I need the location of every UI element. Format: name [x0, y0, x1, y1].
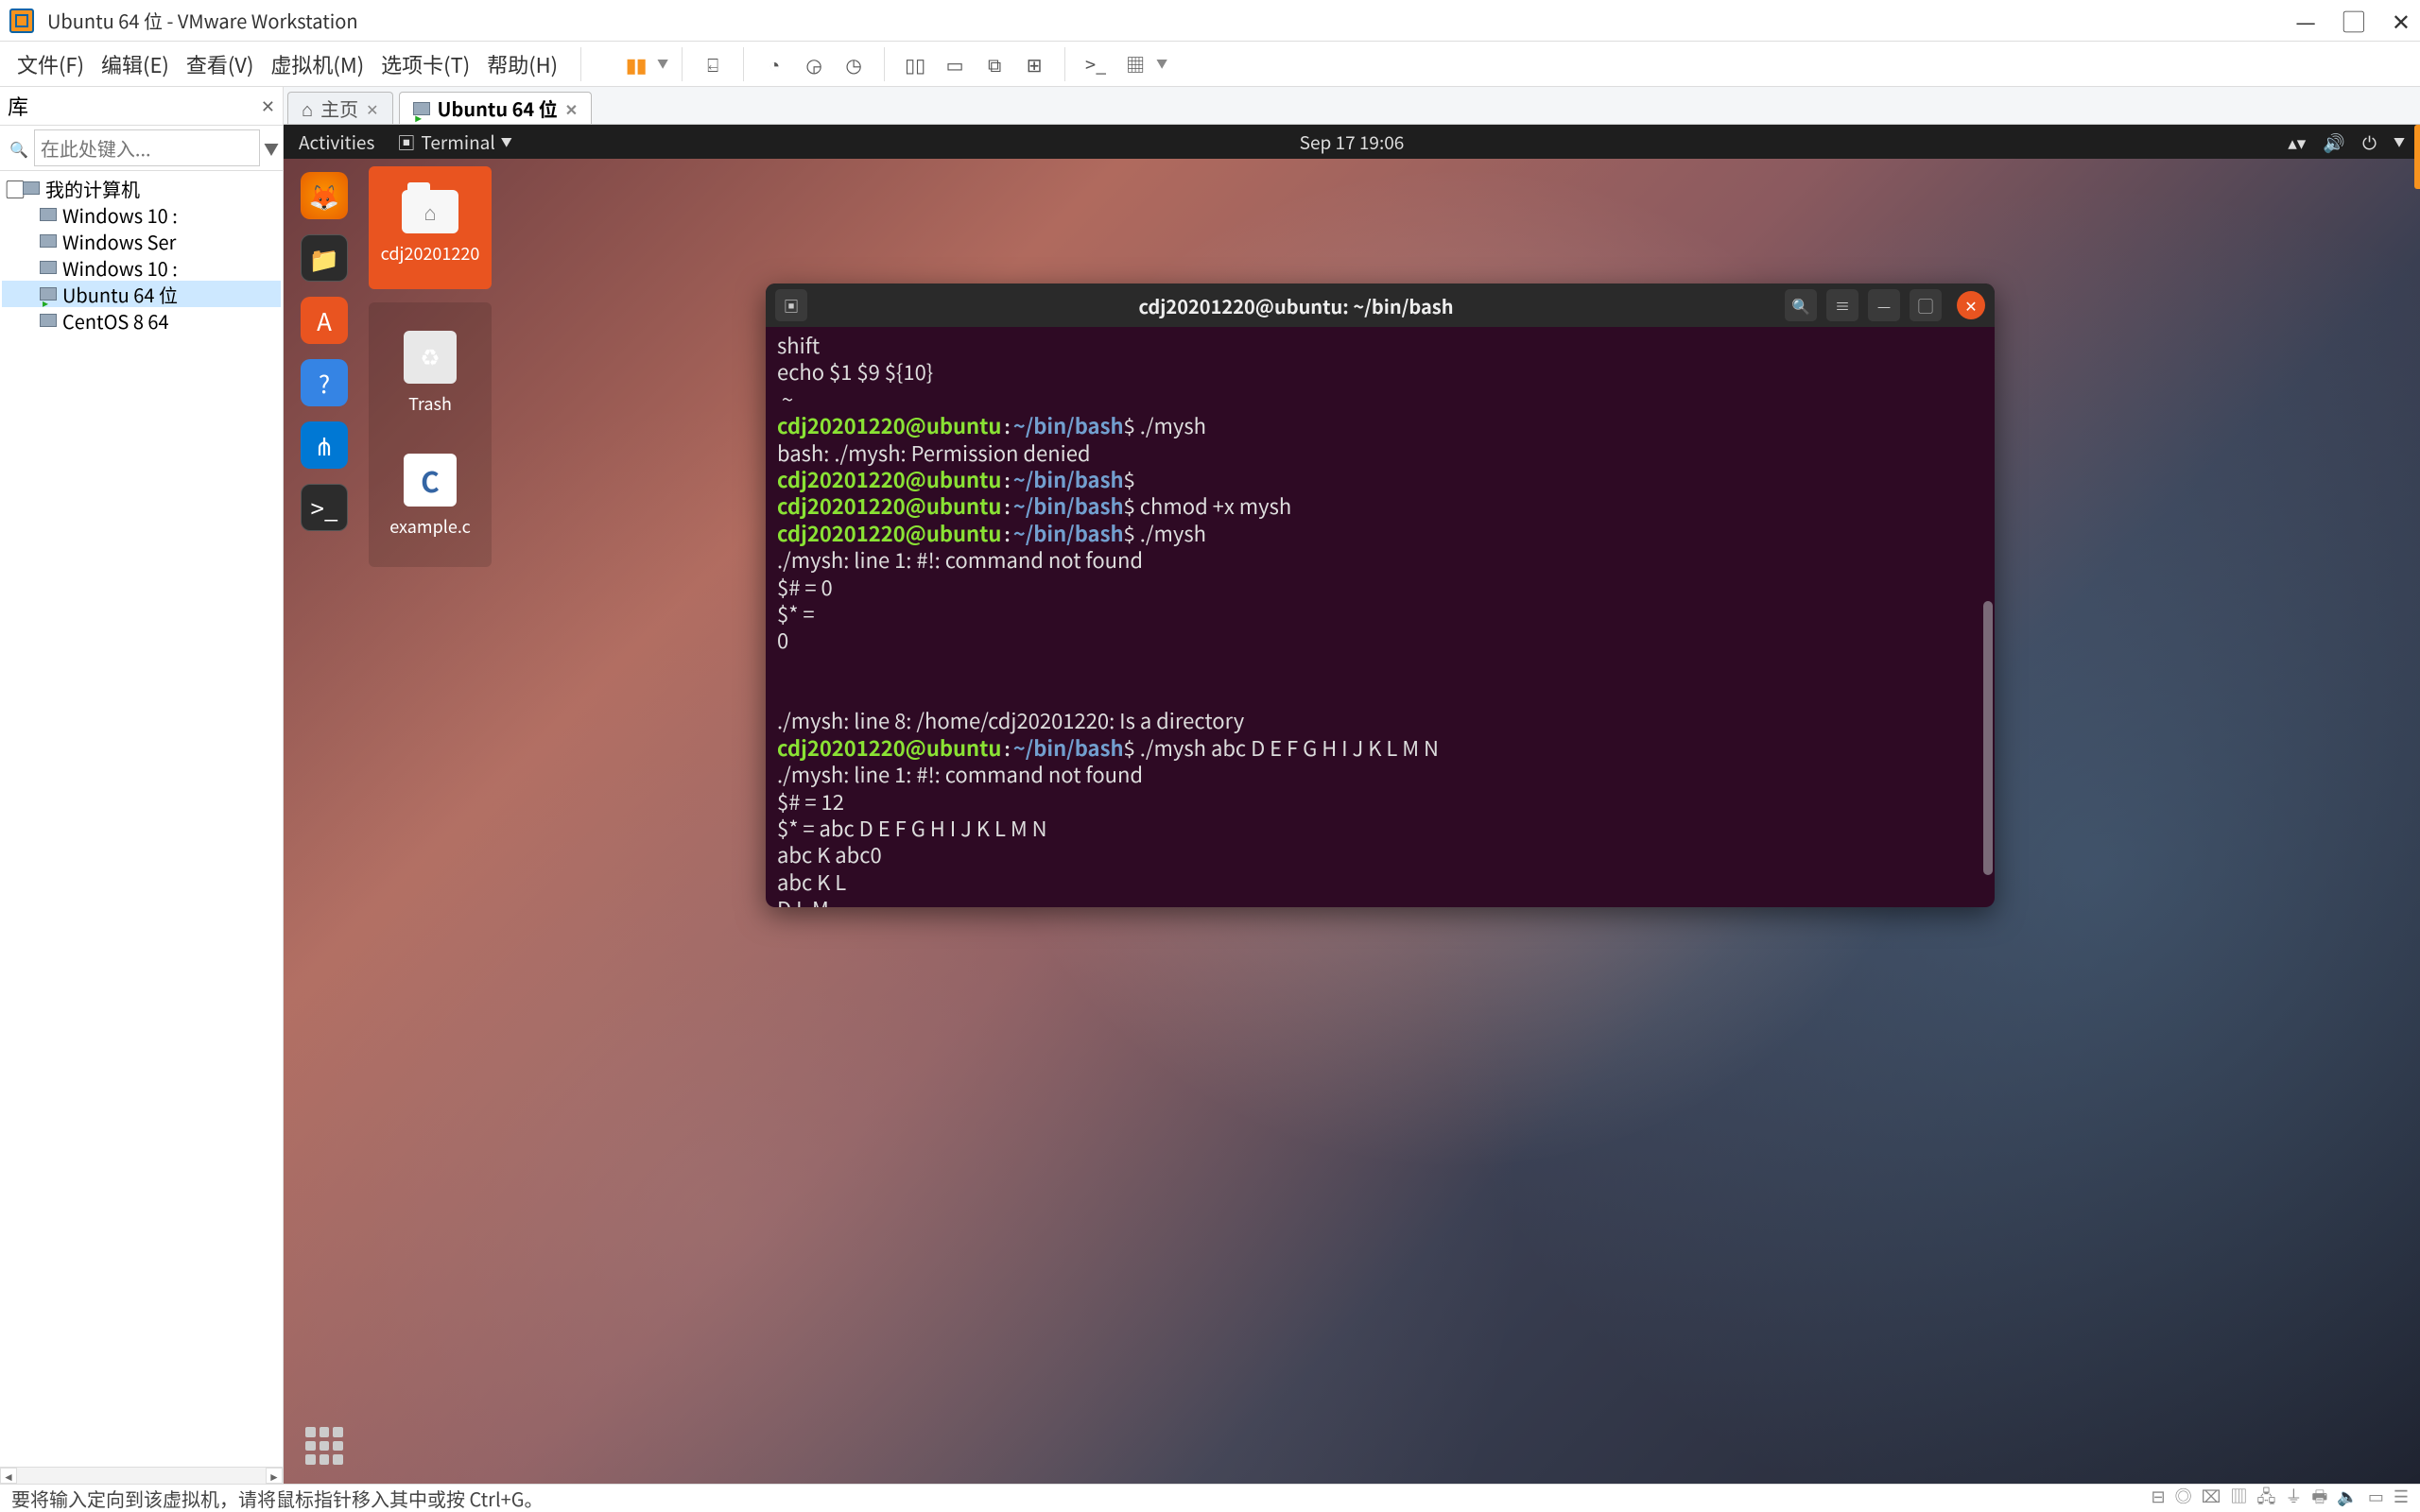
menu-view[interactable]: 查看(V): [184, 45, 256, 83]
activities-button[interactable]: Activities: [299, 129, 374, 155]
terminal-icon: ▣: [397, 129, 415, 155]
close-button[interactable]: ✕: [1957, 291, 1985, 319]
search-button[interactable]: 🔍: [1785, 289, 1817, 321]
minimize-button[interactable]: —: [2295, 4, 2315, 37]
hamburger-menu-button[interactable]: ≡: [1826, 289, 1858, 321]
tree-vm-active[interactable]: Ubuntu 64 位: [2, 281, 281, 307]
printer-icon[interactable]: 🖶: [2311, 1484, 2327, 1512]
files-icon[interactable]: 📁: [301, 234, 348, 282]
sound-icon[interactable]: 🔈: [2337, 1484, 2358, 1512]
terminal-content[interactable]: shift echo $1 $9 ${10} ~ cdj20201220@ubu…: [766, 327, 1995, 907]
library-search-input[interactable]: [34, 129, 260, 166]
view-unity-button[interactable]: ⧉: [977, 47, 1011, 81]
tree-vm[interactable]: CentOS 8 64: [2, 307, 281, 334]
close-button[interactable]: ✕: [2392, 4, 2411, 37]
vm-running-icon: [413, 102, 430, 115]
tree-vm[interactable]: Windows 10 :: [2, 254, 281, 281]
clock[interactable]: Sep 17 19:06: [1300, 129, 1405, 155]
library-title: 库: [8, 91, 28, 121]
tab-close-icon[interactable]: ✕: [565, 97, 578, 120]
pause-icon[interactable]: ▮▮: [619, 47, 653, 81]
firefox-icon[interactable]: 🦊: [301, 172, 348, 219]
terminal-title: cdj20201220@ubuntu: ~/bin/bash: [817, 292, 1775, 319]
power-icon[interactable]: ⏻: [2362, 129, 2377, 155]
view-console-button[interactable]: ▭: [938, 47, 972, 81]
tree-vm[interactable]: Windows 10 :: [2, 201, 281, 228]
disk-icon[interactable]: ⊟: [2152, 1484, 2166, 1512]
desktop-home-folder[interactable]: ⌂ cdj20201220: [369, 166, 492, 289]
usb-icon[interactable]: ⏚: [2285, 1484, 2302, 1512]
library-hscroll[interactable]: ◄►: [0, 1467, 283, 1484]
library-close-button[interactable]: ✕: [261, 94, 275, 118]
tab-ubuntu[interactable]: Ubuntu 64 位 ✕: [399, 92, 593, 124]
menu-help[interactable]: 帮助(H): [485, 45, 560, 83]
tab-home[interactable]: ⌂ 主页 ✕: [287, 92, 393, 124]
tab-bar: ⌂ 主页 ✕ Ubuntu 64 位 ✕: [284, 87, 2420, 125]
terminal-scrollbar[interactable]: [1983, 601, 1993, 875]
terminal-window[interactable]: ▣ cdj20201220@ubuntu: ~/bin/bash 🔍 ≡ — ▢…: [766, 284, 1995, 907]
gnome-topbar: Activities ▣ Terminal ▼ Sep 17 19:06 ▴▾ …: [284, 125, 2420, 159]
menu-tabs[interactable]: 选项卡(T): [379, 45, 472, 83]
tree-vm[interactable]: Windows Ser: [2, 228, 281, 254]
power-dropdown[interactable]: ▼: [657, 56, 668, 72]
chevron-down-icon: ▼: [501, 134, 512, 150]
hdd-icon[interactable]: ▥: [2230, 1484, 2247, 1512]
vm-tree[interactable]: ▢我的计算机 Windows 10 : Windows Ser Windows …: [0, 171, 283, 1467]
window-title: Ubuntu 64 位 - VMware Workstation: [47, 7, 358, 34]
terminal-dock-icon[interactable]: >_: [301, 484, 348, 531]
floppy-icon[interactable]: ⌧: [2202, 1484, 2221, 1512]
menu-edit[interactable]: 编辑(E): [99, 45, 171, 83]
snapshot-take-button[interactable]: ◔: [757, 47, 791, 81]
maximize-button[interactable]: ▢: [1910, 289, 1942, 321]
menu-file[interactable]: 文件(F): [15, 45, 86, 83]
network-adapter-icon[interactable]: 🖧: [2256, 1484, 2275, 1512]
view-thumbnail-button[interactable]: ⊞: [1017, 47, 1051, 81]
vmware-icon: [9, 9, 34, 33]
help-icon[interactable]: ?: [301, 359, 348, 406]
search-icon: 🔍: [9, 137, 28, 160]
tree-root[interactable]: ▢我的计算机: [2, 175, 281, 201]
show-apps-button[interactable]: [305, 1427, 343, 1465]
tab-close-icon[interactable]: ✕: [366, 97, 378, 120]
c-file-icon: C: [404, 454, 457, 507]
view-single-button[interactable]: ▯▯: [898, 47, 932, 81]
status-text: 要将输入定向到该虚拟机，请将鼠标指针移入其中或按 Ctrl+G。: [11, 1485, 544, 1512]
home-icon: ⌂: [302, 94, 313, 122]
desktop-trash[interactable]: ♻ Trash: [369, 312, 492, 435]
maximize-button[interactable]: ▢: [2342, 4, 2365, 37]
guest-grab-handle[interactable]: [2414, 125, 2420, 189]
home-icon: ⌂: [402, 190, 458, 233]
display-icon[interactable]: ▭: [2368, 1484, 2384, 1512]
new-tab-button[interactable]: ▣: [775, 289, 807, 321]
snapshot-revert-button[interactable]: ◶: [797, 47, 831, 81]
volume-icon[interactable]: 🔊: [2323, 129, 2345, 155]
desktop-example-c[interactable]: C example.c: [369, 435, 492, 558]
app-menu[interactable]: ▣ Terminal ▼: [397, 129, 511, 155]
trash-icon: ♻: [404, 331, 457, 384]
network-icon[interactable]: ▴▾: [2288, 129, 2306, 155]
statusbar: 要将输入定向到该虚拟机，请将鼠标指针移入其中或按 Ctrl+G。 ⊟ ◎ ⌧ ▥…: [0, 1484, 2420, 1512]
status-icons: ⊟ ◎ ⌧ ▥ 🖧 ⏚ 🖶 🔈 ▭ ☰: [2152, 1484, 2410, 1512]
minimize-button[interactable]: —: [1868, 289, 1900, 321]
fullscreen-button[interactable]: >_: [1079, 47, 1113, 81]
terminal-headerbar[interactable]: ▣ cdj20201220@ubuntu: ~/bin/bash 🔍 ≡ — ▢…: [766, 284, 1995, 327]
software-icon[interactable]: A: [301, 297, 348, 344]
menubar: 文件(F) 编辑(E) 查看(V) 虚拟机(M) 选项卡(T) 帮助(H) ▮▮…: [0, 42, 2420, 87]
dock: 🦊 📁 A ? ⋔ >_: [295, 166, 354, 1472]
cd-icon[interactable]: ◎: [2175, 1484, 2192, 1512]
host-titlebar: Ubuntu 64 位 - VMware Workstation — ▢ ✕: [0, 0, 2420, 42]
search-dropdown[interactable]: ▼: [264, 137, 279, 160]
menu-vm[interactable]: 虚拟机(M): [268, 45, 366, 83]
guest-screen[interactable]: Activities ▣ Terminal ▼ Sep 17 19:06 ▴▾ …: [284, 125, 2420, 1484]
stretch-dropdown[interactable]: ▼: [1156, 56, 1167, 72]
vscode-icon[interactable]: ⋔: [301, 421, 348, 469]
library-panel: 库 ✕ 🔍 ▼ ▢我的计算机 Windows 10 : Windows Ser …: [0, 87, 284, 1484]
send-ctrl-alt-del-button[interactable]: ⍇: [696, 47, 730, 81]
message-icon[interactable]: ☰: [2394, 1484, 2409, 1512]
snapshot-manage-button[interactable]: ◷: [837, 47, 871, 81]
stretch-button[interactable]: ▦: [1118, 47, 1152, 81]
system-menu-dropdown[interactable]: ▼: [2394, 134, 2405, 150]
